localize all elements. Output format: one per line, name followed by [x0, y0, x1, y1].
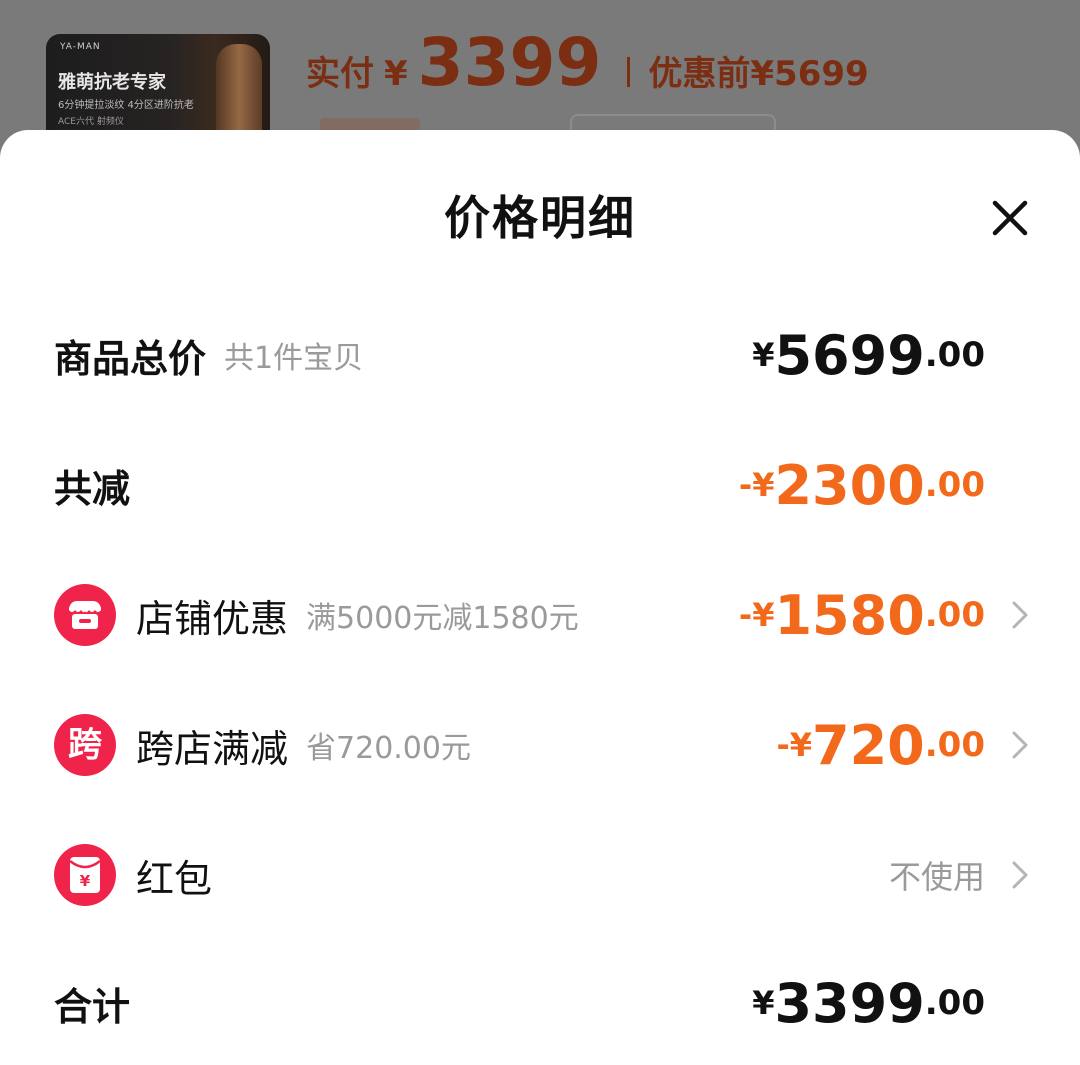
shop-discount-amount: -¥ 1580 .00	[739, 560, 985, 670]
row-grand-total: 合计 ¥ 3399 .00	[0, 948, 1080, 1058]
total-discount-label: 共减	[54, 466, 131, 511]
sheet-title: 价格明细	[444, 191, 636, 245]
red-packet-icon: ¥	[54, 844, 116, 906]
currency-symbol: ¥	[752, 984, 775, 1022]
amount-integer: 1580	[774, 583, 925, 647]
product-brand: YA-MAN	[60, 42, 101, 52]
row-total-discount: 共减 -¥ 2300 .00	[0, 430, 1080, 540]
amount-decimal: .00	[924, 983, 985, 1023]
price-divider	[627, 57, 631, 87]
product-title: 雅萌抗老专家	[58, 72, 166, 93]
chevron-right-icon	[1012, 731, 1028, 759]
amount-decimal: .00	[924, 595, 985, 635]
currency-symbol: ¥	[752, 336, 775, 374]
cross-store-icon-glyph: 跨	[68, 725, 102, 765]
cross-store-amount: -¥ 720 .00	[776, 690, 985, 800]
row-label: 商品总价 共1件宝贝	[54, 300, 363, 410]
row-red-packet[interactable]: ¥ 红包 不使用	[0, 820, 1080, 930]
amount-integer: 3399	[774, 971, 925, 1035]
shop-discount-label: 店铺优惠	[136, 596, 289, 641]
red-packet-status: 不使用	[888, 858, 985, 896]
amount-decimal: .00	[924, 465, 985, 505]
row-label: 跨店满减 省720.00元	[136, 690, 471, 800]
item-count: 共1件宝贝	[224, 341, 364, 376]
price-detail-sheet: 价格明细 商品总价 共1件宝贝 ¥ 5699 .00 共减 -¥ 2300 .0…	[0, 130, 1080, 1065]
cross-store-label: 跨店满减	[136, 726, 289, 771]
grand-total-label: 合计	[54, 984, 131, 1029]
row-label: 店铺优惠 满5000元减1580元	[136, 560, 579, 670]
shop-discount-rule: 满5000元减1580元	[306, 601, 579, 636]
shop-icon	[54, 584, 116, 646]
total-goods-amount: ¥ 5699 .00	[752, 300, 985, 410]
grand-total-amount: ¥ 3399 .00	[752, 948, 985, 1058]
product-tagline: 6分钟提拉淡纹 4分区进阶抗老	[58, 100, 194, 111]
amount-integer: 5699	[774, 323, 925, 387]
red-packet-label: 红包	[136, 856, 213, 901]
cross-store-savings: 省720.00元	[306, 731, 471, 766]
background-price-summary: 实付 ¥ 3399 优惠前 ¥5699	[306, 30, 869, 120]
chevron-right-icon	[1012, 601, 1028, 629]
close-icon[interactable]	[990, 198, 1030, 238]
chevron-right-icon	[1012, 861, 1028, 889]
currency-symbol: -¥	[738, 596, 775, 634]
paid-currency: ¥	[384, 54, 408, 94]
row-shop-discount[interactable]: 店铺优惠 满5000元减1580元 -¥ 1580 .00	[0, 560, 1080, 670]
amount-integer: 720	[812, 713, 925, 777]
before-discount-amount: ¥5699	[750, 54, 869, 94]
currency-symbol: -¥	[776, 726, 813, 764]
red-packet-value: 不使用	[889, 820, 985, 930]
amount-decimal: .00	[924, 335, 985, 375]
currency-symbol: -¥	[738, 466, 775, 504]
red-packet-icon-glyph: ¥	[80, 872, 91, 890]
amount-decimal: .00	[924, 725, 985, 765]
row-cross-store-discount[interactable]: 跨 跨店满减 省720.00元 -¥ 720 .00	[0, 690, 1080, 800]
product-model: ACE六代 射频仪	[58, 117, 124, 127]
paid-amount: 3399	[417, 24, 602, 101]
before-discount-label: 优惠前	[648, 54, 751, 94]
cross-store-icon: 跨	[54, 714, 116, 776]
paid-label: 实付	[306, 54, 374, 94]
amount-integer: 2300	[774, 453, 925, 517]
total-discount-amount: -¥ 2300 .00	[739, 430, 985, 540]
total-goods-label: 商品总价	[54, 336, 207, 381]
row-total-goods: 商品总价 共1件宝贝 ¥ 5699 .00	[0, 300, 1080, 410]
